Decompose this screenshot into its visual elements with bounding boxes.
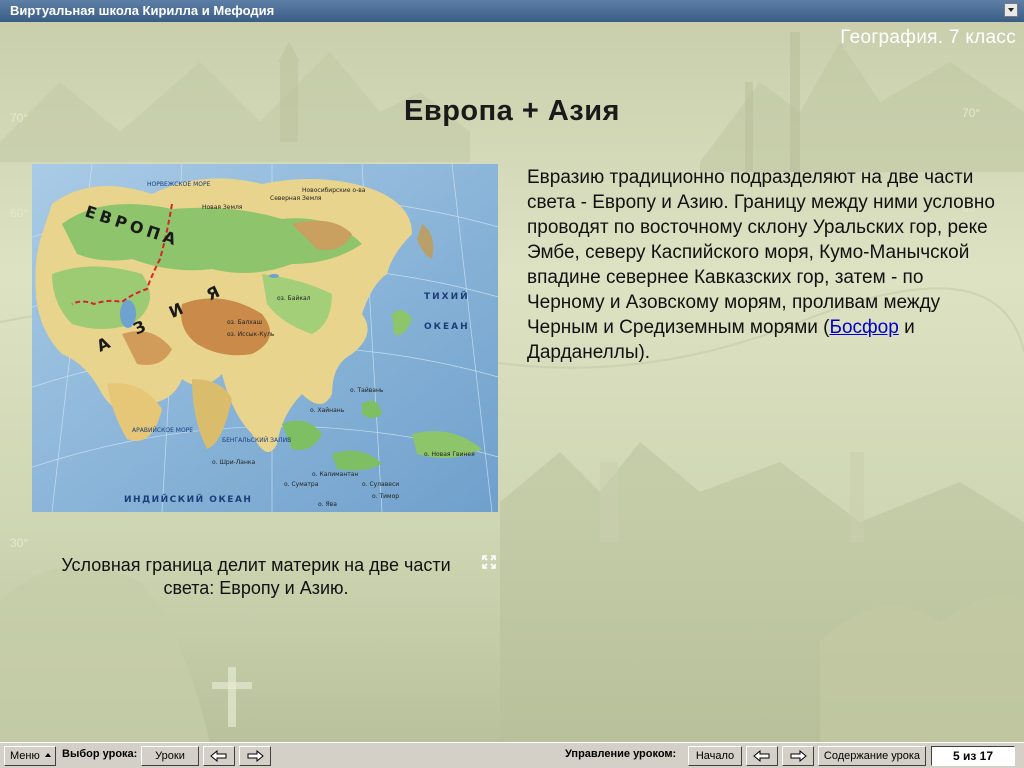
arrow-left-icon	[210, 750, 227, 762]
lessons-button[interactable]: Уроки	[141, 746, 199, 766]
previous-page-button[interactable]	[746, 746, 778, 766]
body-text-part-1: Евразию традиционно подразделяют на две …	[527, 167, 995, 338]
map-label-balkhash: оз. Балхаш	[227, 319, 262, 326]
next-page-button[interactable]	[782, 746, 814, 766]
window-title: Виртуальная школа Кирилла и Мефодия	[10, 3, 275, 18]
map-label-java: о. Ява	[318, 501, 337, 508]
map-label-norwegian-sea: НОРВЕЖСКОЕ МОРЕ	[147, 181, 211, 188]
map-label-timor: о. Тимор	[372, 493, 399, 500]
arrow-left-icon	[753, 750, 770, 762]
map-label-severnaya-zemlya: Северная Земля	[270, 195, 322, 202]
map-label-sumatra: о. Суматра	[284, 481, 319, 488]
map-label-pacific-2: ОКЕАН	[424, 322, 470, 332]
map-label-baikal: оз. Байкал	[277, 295, 311, 302]
previous-lesson-button[interactable]	[203, 746, 235, 766]
bosphorus-link[interactable]: Босфор	[830, 317, 899, 338]
menu-button[interactable]: Меню	[4, 746, 56, 766]
map-label-arabian-sea: АРАВИЙСКОЕ МОРЕ	[132, 427, 193, 434]
lesson-title: Европа + Азия	[404, 95, 620, 127]
arrow-right-icon	[790, 750, 807, 762]
map-label-issyk-kul: оз. Иссык-Куль	[227, 331, 275, 338]
subject-label: География. 7 класс	[840, 27, 1016, 48]
svg-text:30°: 30°	[10, 536, 28, 550]
map-label-sulawesi: о. Сулавеси	[362, 481, 399, 488]
eurasia-map[interactable]: ЕВРОПА АЗИЯ НОРВЕЖСКОЕ МОРЕ Новая Земля …	[32, 164, 498, 512]
bottom-toolbar: Меню Выбор урока: Уроки Управление уроко…	[0, 742, 1024, 768]
map-label-novaya-zemlya: Новая Земля	[202, 204, 243, 211]
map-label-novosibirsk: Новосибирские о-ва	[302, 187, 366, 194]
menu-button-label: Меню	[10, 750, 40, 762]
map-label-new-guinea: о. Новая Гвинея	[424, 451, 475, 458]
arrow-right-icon	[247, 750, 264, 762]
window-title-bar: Виртуальная школа Кирилла и Мефодия	[0, 0, 1024, 22]
svg-text:60°: 60°	[10, 206, 28, 220]
lesson-select-label: Выбор урока:	[62, 748, 138, 760]
map-label-hainan: о. Хайнань	[310, 407, 345, 414]
window-menu-dropdown-icon[interactable]	[1004, 3, 1018, 17]
lesson-contents-button[interactable]: Содержание урока	[818, 746, 926, 766]
lesson-body-text: Евразию традиционно подразделяют на две …	[527, 165, 997, 365]
map-label-taiwan: о. Тайвань	[350, 387, 384, 394]
next-lesson-button[interactable]	[239, 746, 271, 766]
page-counter: 5 из 17	[931, 746, 1015, 766]
map-label-sri-lanka: о. Шри-Ланка	[212, 459, 256, 466]
map-label-bengal: БЕНГАЛЬСКИЙ ЗАЛИВ	[222, 437, 291, 444]
expand-map-icon[interactable]	[482, 555, 496, 569]
map-caption: Условная граница делит материк на две ча…	[61, 555, 451, 598]
map-label-kalimantan: о. Калимантан	[312, 471, 358, 478]
lesson-control-label: Управление уроком:	[565, 748, 677, 760]
menu-arrow-up-icon	[45, 753, 51, 757]
map-label-indian-ocean: ИНДИЙСКИЙ ОКЕАН	[124, 493, 252, 505]
start-button[interactable]: Начало	[688, 746, 742, 766]
map-label-pacific-1: ТИХИЙ	[424, 290, 470, 302]
